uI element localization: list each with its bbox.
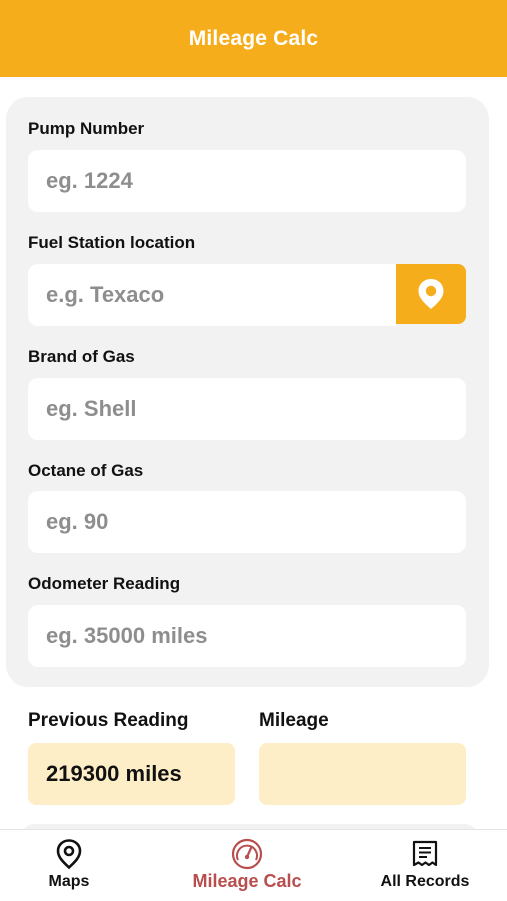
brand-label: Brand of Gas <box>28 347 135 366</box>
octane-input[interactable]: eg. 90 <box>28 491 466 553</box>
location-pin-icon <box>418 279 444 309</box>
pump-number-input[interactable]: eg. 1224 <box>28 150 466 212</box>
fuel-station-label: Fuel Station location <box>28 233 196 252</box>
tab-maps-label: Maps <box>48 873 90 890</box>
location-button[interactable] <box>396 264 466 324</box>
octane-label: Octane of Gas <box>28 461 144 480</box>
brand-input[interactable]: eg. Shell <box>28 378 466 440</box>
tab-all-records-label: All Records <box>380 873 470 890</box>
gauge-icon <box>231 838 263 870</box>
page-title: Mileage Calc <box>188 26 319 50</box>
fuel-station-input[interactable]: e.g. Texaco <box>28 264 396 326</box>
map-pin-icon <box>56 839 82 870</box>
tab-mileage-calc[interactable]: Mileage Calc <box>173 830 321 901</box>
pump-number-label: Pump Number <box>28 119 145 138</box>
tab-all-records[interactable]: All Records <box>366 830 484 901</box>
tab-maps[interactable]: Maps <box>19 830 119 901</box>
previous-reading-label: Previous Reading <box>28 710 189 731</box>
previous-reading-value: 219300 miles <box>28 743 235 805</box>
odometer-label: Odometer Reading <box>28 574 181 593</box>
mileage-label: Mileage <box>259 710 329 731</box>
tab-mileage-calc-label: Mileage Calc <box>192 871 302 891</box>
receipt-icon <box>412 840 438 867</box>
app-header: Mileage Calc <box>0 0 507 77</box>
tab-bar: Maps Mileage Calc All Records <box>0 829 507 901</box>
odometer-input[interactable]: eg. 35000 miles <box>28 605 466 667</box>
mileage-value <box>259 743 466 805</box>
